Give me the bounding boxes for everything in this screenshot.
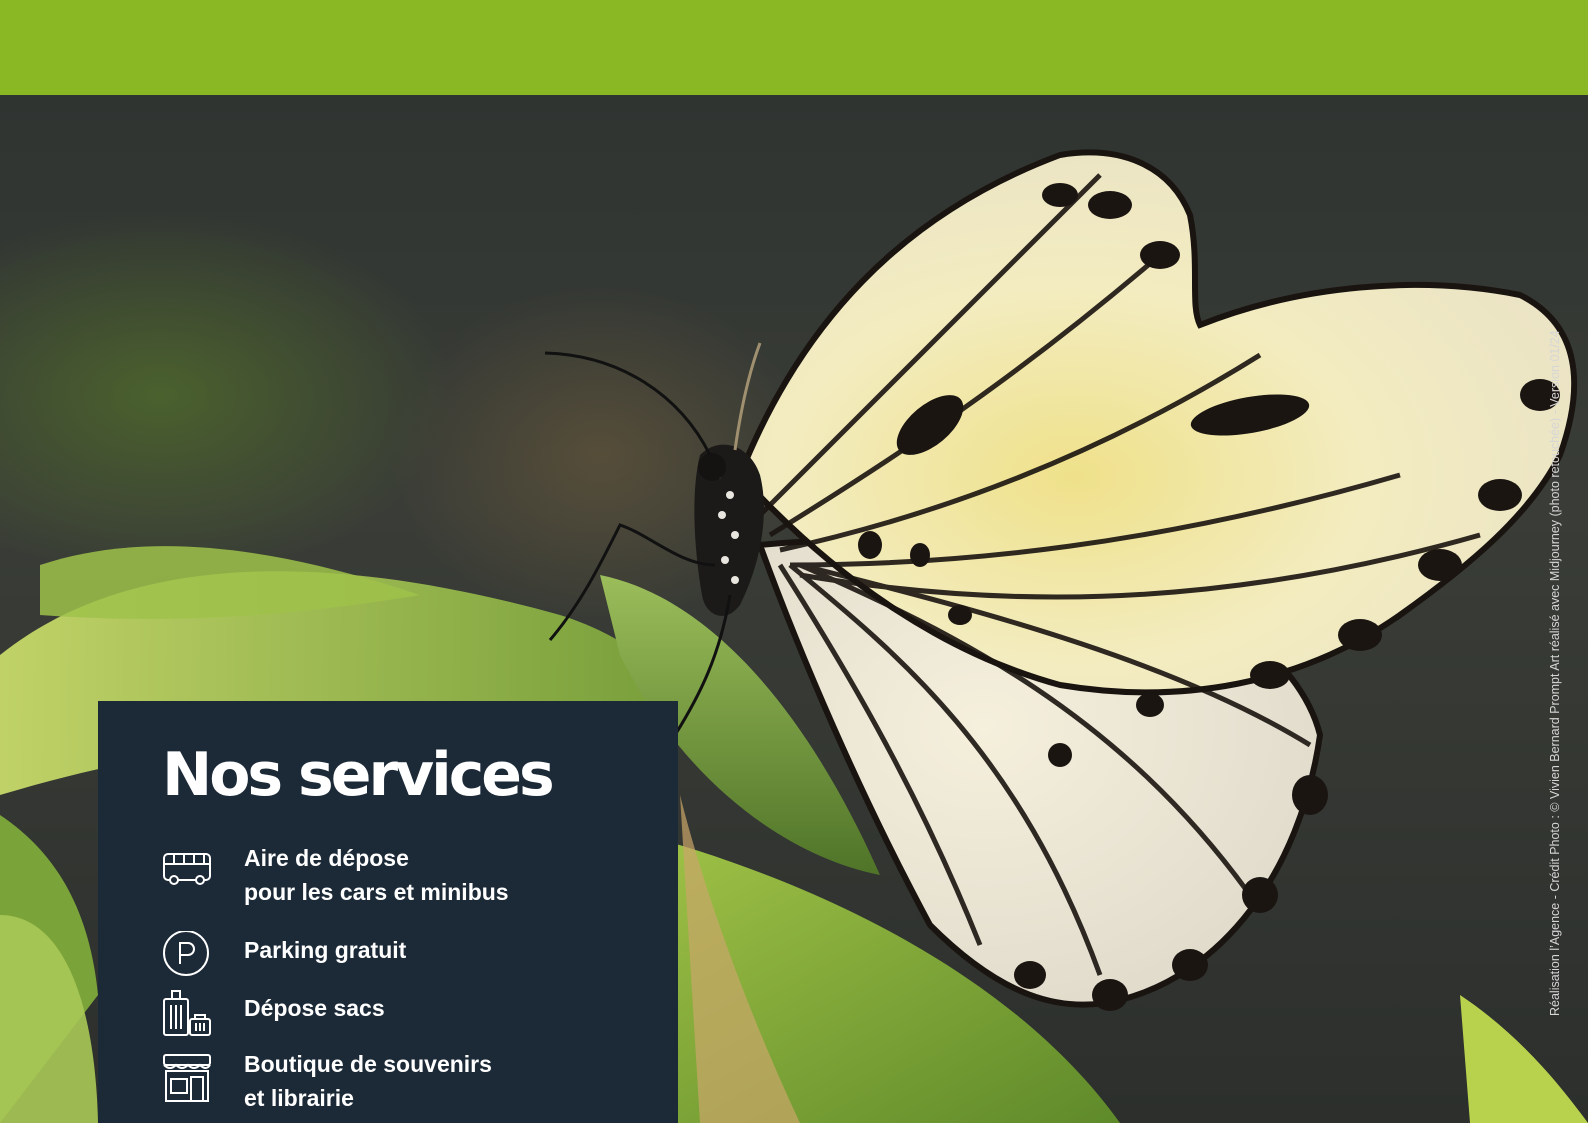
service-label: pour les cars et minibus — [244, 879, 509, 905]
services-title: Nos services — [162, 740, 555, 810]
parking-icon — [162, 930, 212, 981]
service-item-parking: Parking gratuit — [244, 937, 407, 963]
shop-icon — [162, 1053, 212, 1103]
top-color-bar — [0, 0, 1588, 95]
service-item-bus: Aire de dépose pour les cars et minibus — [244, 841, 509, 909]
service-item-luggage: Dépose sacs — [244, 995, 385, 1021]
bus-icon — [162, 846, 212, 896]
service-label: Boutique de souvenirs — [244, 1051, 492, 1077]
photo-credit: Réalisation l’Agence - Crédit Photo : © … — [1548, 330, 1562, 1016]
service-label: Aire de dépose — [244, 845, 409, 871]
services-panel: Nos services Aire de dépose pour les car… — [98, 701, 678, 1123]
service-label: et librairie — [244, 1085, 354, 1111]
luggage-icon — [162, 989, 212, 1039]
service-item-shop: Boutique de souvenirs et librairie — [244, 1047, 492, 1115]
